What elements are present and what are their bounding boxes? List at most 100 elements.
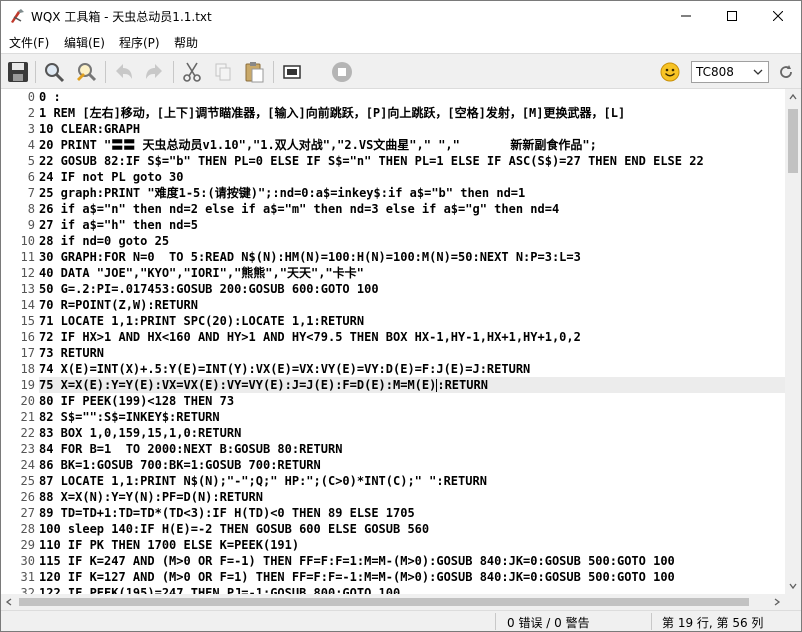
menu-program[interactable]: 程序(P) (119, 34, 160, 51)
code-line[interactable]: 20 PRINT "〓〓 天虫总动员v1.10","1.双人对战","2.VS文… (39, 137, 785, 153)
code-line[interactable]: 26 if a$="n" then nd=2 else if a$="m" th… (39, 201, 785, 217)
code-line[interactable]: 10 CLEAR:GRAPH (39, 121, 785, 137)
code-line[interactable]: 86 BK=1:GOSUB 700:BK=1:GOSUB 700:RETURN (39, 457, 785, 473)
code-line[interactable]: 28 if nd=0 goto 25 (39, 233, 785, 249)
code-line[interactable]: 0 : (39, 89, 785, 105)
copy-button[interactable] (210, 59, 236, 85)
line-number: 26 (20, 490, 35, 504)
code-line[interactable]: 24 IF not PL goto 30 (39, 169, 785, 185)
error-warning-count: 0 错误 / 0 警告 (507, 616, 590, 630)
replace-icon (77, 63, 97, 82)
scroll-down-arrow[interactable] (785, 578, 801, 594)
code-line[interactable]: 70 R=POINT(Z,W):RETURN (39, 297, 785, 313)
line-number: 13 (20, 282, 35, 296)
cut-icon (183, 62, 201, 82)
line-number: 27 (20, 506, 35, 520)
menu-edit[interactable]: 编辑(E) (64, 34, 105, 51)
code-line[interactable]: 100 sleep 140:IF H(E)=-2 THEN GOSUB 600 … (39, 521, 785, 537)
maximize-button[interactable] (709, 1, 755, 31)
code-line[interactable]: 87 LOCATE 1,1:PRINT N$(N);"-";Q;" HP:";(… (39, 473, 785, 489)
paste-button[interactable] (241, 59, 267, 85)
code-line-text: 75 X=X(E):Y=Y(E):VX=VX(E):VY=VY(E):J=J(E… (39, 378, 437, 392)
title-bar: WQX 工具箱 - 天虫总动员1.1.txt (1, 1, 801, 31)
line-number: 24 (20, 458, 35, 472)
line-number: 0 (27, 90, 35, 104)
line-number: 20 (20, 394, 35, 408)
save-button[interactable] (5, 59, 31, 85)
code-line[interactable]: 25 graph:PRINT "难度1-5:(请按键)";:nd=0:a$=in… (39, 185, 785, 201)
line-number: 15 (20, 314, 35, 328)
line-number-gutter: 0 2 3 4 5 6 7 8 9 10 11 12 13 14 15 16 17 18 19 20 21 22 23 24 2… (1, 89, 39, 600)
undo-icon (116, 64, 132, 79)
code-area[interactable]: 0 :1 REM [左右]移动，[上下]调节瞄准器，[输入]向前跳跃，[P]向上… (39, 89, 785, 594)
code-line[interactable]: 84 FOR B=1 TO 2000:NEXT B:GOSUB 80:RETUR… (39, 441, 785, 457)
code-line[interactable]: 50 G=.2:PI=.017453:GOSUB 200:GOSUB 600:G… (39, 281, 785, 297)
replace-button[interactable] (73, 59, 99, 85)
code-line[interactable]: 89 TD=TD+1:TD=TD*(TD<3):IF H(TD)<0 THEN … (39, 505, 785, 521)
cut-button[interactable] (179, 59, 205, 85)
code-line[interactable]: 72 IF HX>1 AND HX<160 AND HY>1 AND HY<79… (39, 329, 785, 345)
find-icon (45, 63, 65, 83)
code-editor[interactable]: 0 2 3 4 5 6 7 8 9 10 11 12 13 14 15 16 17 18 19 20 21 22 23 24 2… (1, 89, 801, 600)
vertical-scrollbar[interactable] (785, 89, 801, 594)
line-number: 10 (20, 234, 35, 248)
code-line[interactable]: 120 IF K=127 AND (M>0 OR F=1) THEN FF=F:… (39, 569, 785, 585)
line-number: 31 (20, 570, 35, 584)
line-number: 8 (27, 202, 35, 216)
chevron-down-icon (789, 583, 797, 590)
code-line[interactable]: 83 BOX 1,0,159,15,1,0:RETURN (39, 425, 785, 441)
code-line[interactable]: 71 LOCATE 1,1:PRINT SPC(20):LOCATE 1,1:R… (39, 313, 785, 329)
scroll-up-arrow[interactable] (785, 89, 801, 105)
chevron-left-icon (5, 598, 12, 606)
model-select[interactable]: TC808 (691, 61, 769, 83)
code-line[interactable]: 80 IF PEEK(199)<128 THEN 73 (39, 393, 785, 409)
cursor-position: 第 19 行, 第 56 列 (662, 616, 764, 630)
smiley-button[interactable] (657, 59, 683, 85)
line-number: 14 (20, 298, 35, 312)
vertical-scroll-thumb[interactable] (788, 109, 798, 173)
code-line[interactable]: 82 S$="":S$=INKEY$:RETURN (39, 409, 785, 425)
undo-button[interactable] (111, 59, 137, 85)
app-icon (9, 8, 25, 24)
find-button[interactable] (41, 59, 67, 85)
close-icon (773, 11, 783, 21)
window-title: WQX 工具箱 - 天虫总动员1.1.txt (31, 10, 212, 24)
line-number: 6 (27, 170, 35, 184)
copy-icon (215, 63, 231, 81)
code-line[interactable]: 30 GRAPH:FOR N=0 TO 5:READ N$(N):HM(N)=1… (39, 249, 785, 265)
code-line[interactable]: 1 REM [左右]移动，[上下]调节瞄准器，[输入]向前跳跃，[P]向上跳跃，… (39, 105, 785, 121)
code-line[interactable]: 110 IF PK THEN 1700 ELSE K=PEEK(191) (39, 537, 785, 553)
scroll-right-arrow[interactable] (769, 594, 785, 610)
code-line[interactable]: 115 IF K=247 AND (M>0 OR F=-1) THEN FF=F… (39, 553, 785, 569)
code-line[interactable]: 73 RETURN (39, 345, 785, 361)
menu-file[interactable]: 文件(F) (9, 34, 49, 51)
current-code-line[interactable]: 75 X=X(E):Y=Y(E):VX=VX(E):VY=VY(E):J=J(E… (39, 377, 785, 393)
line-number: 4 (27, 138, 35, 152)
refresh-button[interactable] (773, 59, 799, 85)
horizontal-scroll-thumb[interactable] (19, 598, 749, 606)
code-line[interactable]: 40 DATA "JOE","KYO","IORI","熊熊","天天","卡卡… (39, 265, 785, 281)
close-button[interactable] (755, 1, 801, 31)
minimize-button[interactable] (663, 1, 709, 31)
code-line[interactable]: 27 if a$="h" then nd=5 (39, 217, 785, 233)
menu-bar: 文件(F) 编辑(E) 程序(P) 帮助 (1, 31, 801, 53)
maximize-icon (727, 11, 737, 21)
code-line[interactable]: 22 GOSUB 82:IF S$="b" THEN PL=0 ELSE IF … (39, 153, 785, 169)
line-number: 28 (20, 522, 35, 536)
code-line[interactable]: 122 IF PEEK(195)=247 THEN PJ=-1:GOSUB 80… (39, 585, 785, 594)
run-window-button[interactable] (279, 59, 305, 85)
redo-icon (146, 64, 162, 79)
code-line[interactable]: 88 X=X(N):Y=Y(N):PF=D(N):RETURN (39, 489, 785, 505)
model-select-value: TC808 (696, 65, 734, 79)
app-window: WQX 工具箱 - 天虫总动员1.1.txt 文件(F) 编辑(E) 程序(P)… (0, 0, 802, 632)
code-line[interactable]: 74 X(E)=INT(X)+.5:Y(E)=INT(Y):VX(E)=VX:V… (39, 361, 785, 377)
line-number: 22 (20, 426, 35, 440)
redo-button[interactable] (141, 59, 167, 85)
line-number: 16 (20, 330, 35, 344)
stop-button[interactable] (329, 59, 355, 85)
scroll-left-arrow[interactable] (1, 594, 17, 610)
menu-help[interactable]: 帮助 (174, 34, 198, 51)
save-icon (8, 62, 28, 82)
horizontal-scrollbar[interactable] (1, 594, 785, 610)
run-window-icon (283, 65, 301, 79)
